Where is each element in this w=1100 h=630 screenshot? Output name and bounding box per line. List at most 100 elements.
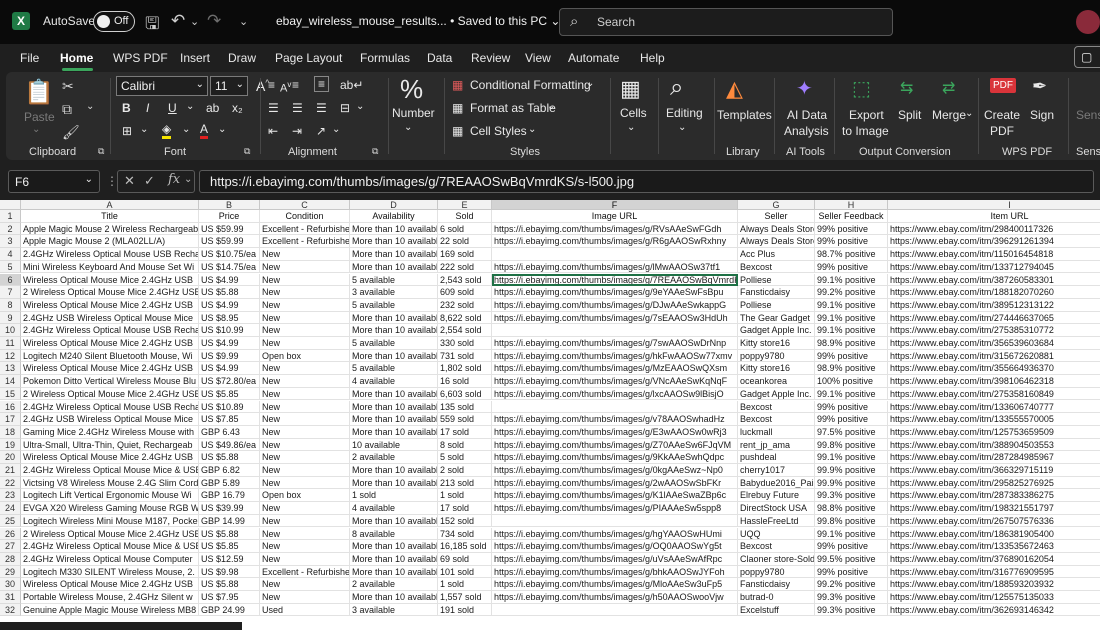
- sign-label[interactable]: Sign: [1030, 108, 1054, 122]
- table-cell[interactable]: 5 available: [350, 298, 438, 312]
- row-header[interactable]: 32: [0, 603, 21, 617]
- table-cell[interactable]: Wireless Optical Mouse Mice 2.4GHz USB: [21, 451, 199, 464]
- row-header[interactable]: 8: [0, 298, 21, 312]
- cells-label[interactable]: Cells: [620, 106, 647, 120]
- table-cell[interactable]: 98.9% positive: [815, 337, 888, 350]
- table-cell[interactable]: GBP 6.82: [199, 464, 260, 477]
- align-middle-icon[interactable]: ≡: [292, 78, 299, 92]
- table-cell[interactable]: https://www.ebay.com/itm/362693146342: [888, 604, 1100, 617]
- table-cell[interactable]: 99.1% positive: [815, 273, 888, 287]
- table-cell[interactable]: New: [260, 591, 350, 604]
- font-launcher-icon[interactable]: ⧉: [244, 146, 250, 157]
- column-header-h[interactable]: H: [815, 200, 888, 210]
- table-cell[interactable]: 2.4GHz Wireless Optical Mouse Mice & USB: [21, 464, 199, 477]
- table-cell[interactable]: rent_jp_ama: [738, 438, 815, 452]
- table-cell[interactable]: Wireless Optical Mouse Mice 2.4GHz USB: [21, 362, 199, 376]
- table-cell[interactable]: https://www.ebay.com/itm/355664936370: [888, 362, 1100, 376]
- row-header[interactable]: 15: [0, 387, 21, 401]
- table-cell[interactable]: US $10.99: [199, 324, 260, 337]
- row-header[interactable]: 3: [0, 235, 21, 249]
- table-cell[interactable]: US $5.85: [199, 387, 260, 401]
- name-box-dropdown-icon[interactable]: ⌄: [85, 174, 93, 185]
- bold-icon[interactable]: B: [122, 101, 131, 115]
- row-header[interactable]: 23: [0, 489, 21, 503]
- search-box[interactable]: ⌕ Search: [559, 8, 893, 36]
- paste-dropdown-icon[interactable]: ⌄: [32, 124, 40, 135]
- table-cell[interactable]: Logitech M240 Silent Bluetooth Mouse, Wi: [21, 349, 199, 363]
- table-cell[interactable]: New: [260, 578, 350, 591]
- table-cell[interactable]: 5 available: [350, 273, 438, 287]
- table-cell[interactable]: Claoner store-Sold: [738, 552, 815, 566]
- table-cell[interactable]: 2.4GHz USB Wireless Optical Mouse Mice: [21, 413, 199, 426]
- row-header[interactable]: 7: [0, 286, 21, 299]
- table-cell[interactable]: US $9.98: [199, 565, 260, 579]
- table-cell[interactable]: Logitech M330 SILENT Wireless Mouse, 2.: [21, 565, 199, 579]
- table-cell[interactable]: 99% positive: [815, 413, 888, 426]
- table-cell[interactable]: New: [260, 425, 350, 439]
- table-cell[interactable]: https://www.ebay.com/itm/133535672463: [888, 540, 1100, 553]
- table-cell[interactable]: 99% positive: [815, 349, 888, 363]
- templates-icon[interactable]: ◭: [726, 76, 743, 102]
- cell-styles-icon[interactable]: ▦: [452, 124, 463, 138]
- table-cell[interactable]: US $5.88: [199, 451, 260, 464]
- orientation-dropdown-icon[interactable]: ⌄: [332, 124, 340, 135]
- table-cell[interactable]: 99.9% positive: [815, 476, 888, 490]
- spreadsheet-grid[interactable]: A B C D E F G H I 1 Title Price Condition Availabilit…: [0, 200, 1100, 630]
- italic-icon[interactable]: I: [146, 101, 149, 115]
- table-cell[interactable]: https://i.ebayimg.com/thumbs/images/g/9e…: [492, 286, 738, 299]
- table-cell[interactable]: https://www.ebay.com/itm/315672620881: [888, 350, 1100, 363]
- table-cell[interactable]: US $72.80/ea: [199, 375, 260, 388]
- table-cell[interactable]: https://i.ebayimg.com/thumbs/images/g/h5…: [492, 591, 738, 604]
- number-dropdown-icon[interactable]: ⌄: [404, 122, 412, 133]
- row-header[interactable]: 26: [0, 527, 21, 541]
- table-cell[interactable]: More than 10 available: [350, 540, 438, 553]
- table-cell[interactable]: New: [260, 324, 350, 337]
- table-cell[interactable]: 99.3% positive: [815, 603, 888, 617]
- table-cell[interactable]: https://www.ebay.com/itm/396291261394: [888, 235, 1100, 249]
- table-cell[interactable]: 4 available: [350, 502, 438, 515]
- row-header[interactable]: 11: [0, 337, 21, 350]
- table-cell[interactable]: US $14.75/ea: [199, 260, 260, 274]
- table-cell[interactable]: 1 sold: [438, 489, 492, 503]
- column-header-i[interactable]: I: [888, 200, 1100, 210]
- autosave-toggle[interactable]: Off: [93, 11, 135, 32]
- table-cell[interactable]: More than 10 available: [350, 311, 438, 325]
- table-cell[interactable]: Open box: [260, 489, 350, 503]
- table-cell[interactable]: 5 available: [350, 362, 438, 376]
- table-cell[interactable]: US $5.88: [199, 527, 260, 541]
- tab-help[interactable]: Help: [640, 51, 665, 65]
- header-cell[interactable]: Availability: [350, 210, 438, 223]
- row-header[interactable]: 5: [0, 260, 21, 274]
- table-cell[interactable]: Gaming Mice 2.4GHz Wireless Mouse with: [21, 425, 199, 439]
- split-icon[interactable]: ⇆: [900, 78, 913, 98]
- table-cell[interactable]: Wireless Optical Mouse Mice 2.4GHz USB: [21, 273, 199, 287]
- font-name-dropdown-icon[interactable]: ⌄: [196, 79, 204, 90]
- table-cell[interactable]: New: [260, 400, 350, 414]
- header-cell[interactable]: Price: [199, 210, 260, 223]
- tab-view[interactable]: View: [525, 51, 551, 65]
- table-cell[interactable]: https://www.ebay.com/itm/125753659509: [888, 426, 1100, 439]
- table-cell[interactable]: https://i.ebayimg.com/thumbs/images/g/7R…: [492, 273, 738, 287]
- table-cell[interactable]: https://i.ebayimg.com/thumbs/images/g/RV…: [492, 222, 738, 236]
- table-cell[interactable]: 99% positive: [815, 565, 888, 579]
- font-color-icon[interactable]: A: [200, 122, 209, 139]
- table-cell[interactable]: https://i.ebayimg.com/thumbs/images/g/lM…: [492, 260, 738, 274]
- paste-label[interactable]: Paste: [24, 110, 55, 124]
- cell-styles-dropdown-icon[interactable]: ⌄: [528, 124, 536, 135]
- table-cell[interactable]: New: [260, 464, 350, 477]
- table-cell[interactable]: 101 sold: [438, 565, 492, 579]
- row-header[interactable]: 24: [0, 502, 21, 515]
- table-cell[interactable]: 16 sold: [438, 375, 492, 388]
- format-as-table-button[interactable]: Format as Table: [470, 101, 556, 115]
- format-as-table-dropdown-icon[interactable]: ⌄: [547, 101, 555, 112]
- table-cell[interactable]: 2.4GHz Wireless Optical Mouse Computer: [21, 552, 199, 566]
- table-cell[interactable]: oceankorea: [738, 375, 815, 388]
- table-cell[interactable]: US $59.99: [199, 235, 260, 249]
- table-cell[interactable]: US $12.59: [199, 552, 260, 566]
- table-cell[interactable]: US $59.99: [199, 222, 260, 236]
- table-cell[interactable]: More than 10 available: [350, 464, 438, 477]
- borders-dropdown-icon[interactable]: ⌄: [140, 124, 148, 135]
- table-cell[interactable]: 1,802 sold: [438, 362, 492, 376]
- table-cell[interactable]: 2,554 sold: [438, 324, 492, 337]
- table-cell[interactable]: Polliese: [738, 298, 815, 312]
